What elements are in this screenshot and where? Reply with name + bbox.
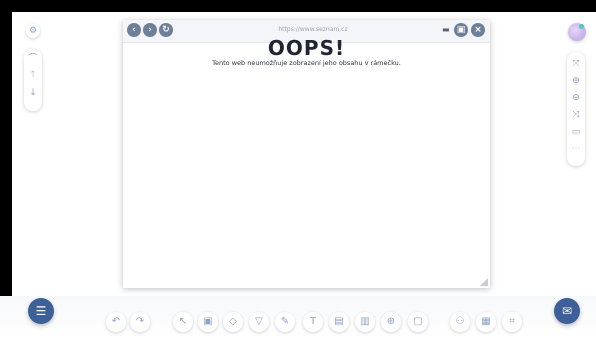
- shape-tool[interactable]: ▽: [249, 312, 269, 332]
- error-message: Tento web neumožňuje zobrazení jeho obsa…: [212, 59, 401, 67]
- close-icon: ×: [474, 25, 482, 35]
- redo-button[interactable]: ↷: [130, 312, 150, 332]
- chart-icon: ▥: [360, 316, 370, 327]
- fit-screen-button[interactable]: ⤧: [567, 60, 585, 69]
- left-page-toolbar: ⌒ ↑ ↓: [24, 49, 42, 111]
- page-icon[interactable]: ⌒: [24, 55, 42, 64]
- table-tool[interactable]: ▤: [329, 312, 349, 332]
- camera-icon: ⌗: [509, 316, 515, 327]
- text-tool[interactable]: T: [303, 312, 323, 332]
- page-icon-glyph: ⌒: [28, 54, 38, 64]
- cursor-icon: ↖: [178, 316, 188, 327]
- undo-button[interactable]: ↶: [106, 312, 126, 332]
- zoom-in-icon: ⊕: [572, 76, 580, 86]
- table-icon: ▤: [334, 316, 344, 327]
- close-button[interactable]: ×: [471, 23, 485, 37]
- grid-icon: ▦: [481, 316, 491, 327]
- error-title: OOPS!: [267, 36, 346, 60]
- chart-tool[interactable]: ▥: [355, 312, 375, 332]
- menu-icon: ☰: [35, 304, 47, 318]
- zoom-out-icon: ⊖: [572, 93, 580, 103]
- zoom-out-button[interactable]: ⊖: [567, 94, 585, 103]
- pin-icon: ▣: [456, 25, 466, 35]
- assistant-button[interactable]: ✉: [554, 298, 580, 324]
- resize-handle[interactable]: [480, 278, 488, 286]
- browser-tool[interactable]: ⊕: [381, 312, 401, 332]
- url-bar[interactable]: https://www.seznam.cz: [183, 24, 443, 36]
- pen-icon: ✎: [280, 316, 290, 327]
- browser-widget[interactable]: ‹ › ↻ https://www.seznam.cz ▬ ▣ × OOPS! …: [123, 20, 490, 288]
- main-menu-button[interactable]: ☰: [28, 298, 54, 324]
- screen-border-left: [0, 0, 12, 338]
- redo-icon: ↷: [135, 316, 145, 327]
- arrow-down-icon: ↓: [29, 88, 37, 98]
- apps-tool[interactable]: ▦: [476, 312, 496, 332]
- screen-button[interactable]: ▭: [567, 128, 585, 137]
- page-up-button[interactable]: ↑: [24, 71, 42, 80]
- collaboration-tool[interactable]: ⚇: [450, 312, 470, 332]
- image-icon: ▣: [203, 316, 213, 327]
- select-tool[interactable]: ↖: [173, 312, 193, 332]
- pin-button[interactable]: ▣: [454, 23, 468, 37]
- media-tool[interactable]: ▣: [198, 312, 218, 332]
- gear-icon: ⚙: [28, 26, 38, 36]
- note-icon: ▢: [413, 316, 423, 327]
- arrow-up-icon: ↑: [29, 70, 37, 80]
- text-icon: T: [309, 316, 317, 327]
- globe-icon: ⊕: [386, 316, 396, 327]
- chevron-left-icon: ‹: [132, 25, 136, 35]
- eraser-icon: ◇: [229, 316, 237, 327]
- keyboard-icon: ▬: [442, 25, 450, 34]
- sticky-note-tool[interactable]: ▢: [408, 312, 428, 332]
- whiteboard-canvas[interactable]: ⚙ ⌒ ↑ ↓ ⤧ ⊕ ⊖ ⤨ ▭ ··· ‹ › ↻ https://www.…: [0, 0, 596, 338]
- right-zoom-toolbar: ⤧ ⊕ ⊖ ⤨ ▭ ···: [567, 52, 585, 166]
- keyboard-button[interactable]: ▬: [442, 24, 450, 36]
- more-icon: ···: [571, 144, 581, 154]
- chat-icon: ✉: [561, 304, 573, 318]
- chevron-right-icon: ›: [148, 25, 152, 35]
- pen-tool[interactable]: ✎: [275, 312, 295, 332]
- collapse-icon: ⤨: [572, 110, 580, 120]
- page-down-button[interactable]: ↓: [24, 89, 42, 98]
- eraser-tool[interactable]: ◇: [223, 312, 243, 332]
- expand-icon: ⤧: [572, 59, 580, 69]
- reload-icon: ↻: [162, 25, 170, 35]
- reload-button[interactable]: ↻: [159, 23, 173, 37]
- screen-border-top: [0, 0, 596, 12]
- monitor-icon: ▭: [571, 127, 581, 137]
- undo-icon: ↶: [111, 316, 121, 327]
- settings-button[interactable]: ⚙: [26, 24, 40, 38]
- forward-button[interactable]: ›: [143, 23, 157, 37]
- users-icon: ⚇: [455, 316, 465, 327]
- zoom-in-button[interactable]: ⊕: [567, 77, 585, 86]
- triangle-icon: ▽: [255, 316, 263, 327]
- fullscreen-button[interactable]: ⤨: [567, 111, 585, 120]
- more-button[interactable]: ···: [567, 145, 585, 154]
- online-status-dot: [579, 24, 584, 29]
- back-button[interactable]: ‹: [127, 23, 141, 37]
- screenshot-tool[interactable]: ⌗: [502, 312, 522, 332]
